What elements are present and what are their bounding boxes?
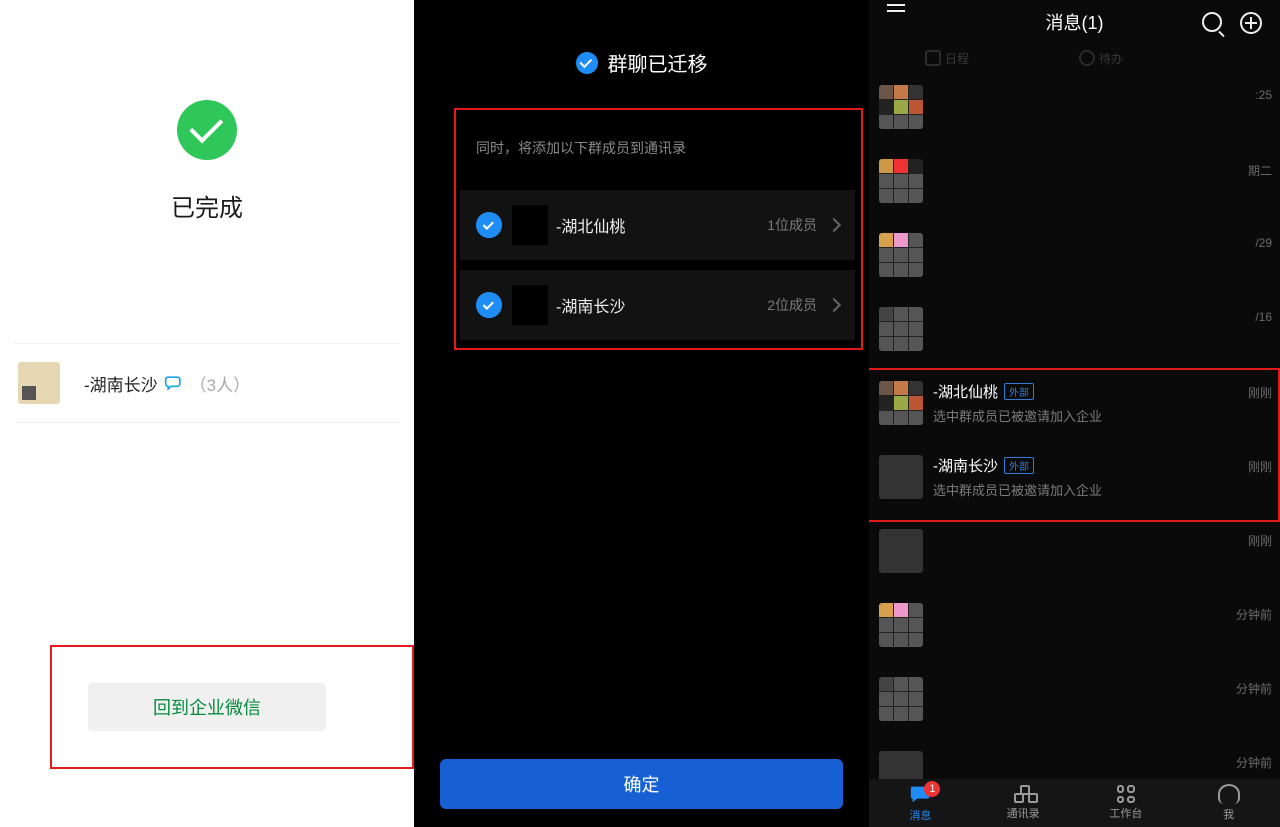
member-group-row[interactable]: -湖南长沙2位成员: [460, 270, 855, 340]
chat-row[interactable]: :25: [869, 72, 1280, 142]
menu-icon[interactable]: [887, 10, 905, 12]
migration-hint: 同时，将添加以下群成员到通讯录: [476, 138, 686, 158]
group-name: -湖南长沙: [84, 371, 158, 396]
group-avatar-icon: [879, 85, 923, 129]
chat-row[interactable]: 分钟前: [869, 738, 1280, 779]
group-avatar-icon: [879, 677, 923, 721]
group-avatar-icon: [879, 159, 923, 203]
tab-todo[interactable]: 待办: [1079, 50, 1123, 67]
secondary-tabs: 日程 待办: [869, 44, 1280, 72]
chat-row[interactable]: /16: [869, 294, 1280, 364]
success-check-icon: [177, 100, 237, 160]
chat-row[interactable]: 刚刚: [869, 516, 1280, 586]
group-avatar-icon: [879, 233, 923, 277]
chat-row[interactable]: 分钟前: [869, 664, 1280, 734]
unread-badge: 1: [924, 781, 940, 797]
chat-time: :25: [1255, 88, 1272, 102]
tab-label: 消息: [909, 807, 931, 823]
chat-time: 期二: [1248, 162, 1272, 179]
tab-messages[interactable]: 1 消息: [869, 779, 972, 827]
group-avatar-icon: [879, 307, 923, 351]
tab-label: 我: [1223, 806, 1234, 822]
migration-title: 群聊已迁移: [608, 48, 708, 77]
checkbox-on-icon[interactable]: [476, 292, 502, 318]
chat-time: 刚刚: [1248, 532, 1272, 549]
profile-icon: [1218, 784, 1240, 804]
tab-me[interactable]: 我: [1177, 779, 1280, 827]
chat-row[interactable]: 期二: [869, 146, 1280, 216]
add-icon[interactable]: [1240, 12, 1262, 34]
member-count: 2位成员: [767, 295, 817, 315]
avatar: [879, 751, 923, 779]
group-name: -湖北仙桃: [556, 213, 767, 237]
chat-row[interactable]: /29: [869, 220, 1280, 290]
confirm-button[interactable]: 确定: [440, 759, 843, 809]
tab-workbench[interactable]: 工作台: [1075, 779, 1178, 827]
chat-row[interactable]: 分钟前: [869, 590, 1280, 660]
search-icon[interactable]: [1202, 12, 1222, 32]
migrated-group-row[interactable]: -湖南长沙 （3人）: [14, 343, 400, 423]
messages-title: 消息(1): [1046, 9, 1104, 35]
tab-label: 工作台: [1109, 805, 1142, 821]
ok-check-icon: [576, 52, 598, 74]
panel-completed: 已完成 -湖南长沙 （3人） 回到企业微信: [0, 0, 414, 827]
back-to-weCom-button[interactable]: 回到企业微信: [88, 683, 326, 731]
masked-avatar: [512, 285, 548, 325]
chat-time: 分钟前: [1236, 680, 1272, 697]
annotation-highlight-box: [869, 368, 1280, 522]
member-group-row[interactable]: -湖北仙桃1位成员: [460, 190, 855, 260]
group-avatar-icon: [18, 362, 60, 404]
completed-title: 已完成: [171, 188, 243, 223]
masked-avatar: [512, 205, 548, 245]
group-member-count: （3人）: [190, 371, 250, 396]
chat-bubble-icon: [164, 373, 184, 393]
member-count: 1位成员: [767, 215, 817, 235]
contacts-icon: [1014, 785, 1032, 803]
chat-time: /29: [1255, 236, 1272, 250]
chevron-right-icon: [827, 218, 841, 232]
checkbox-on-icon[interactable]: [476, 212, 502, 238]
panel-migration-confirm: 群聊已迁移 同时，将添加以下群成员到通讯录 -湖北仙桃1位成员 -湖南长沙2位成员…: [414, 0, 869, 827]
avatar: [879, 529, 923, 573]
chat-time: /16: [1255, 310, 1272, 324]
apps-icon: [1117, 785, 1135, 803]
chevron-right-icon: [827, 298, 841, 312]
group-avatar-icon: [879, 603, 923, 647]
tab-schedule[interactable]: 日程: [925, 50, 969, 67]
bottom-nav: 1 消息 通讯录 工作台 我: [869, 779, 1280, 827]
chat-time: 分钟前: [1236, 754, 1272, 771]
tab-label: 通讯录: [1007, 805, 1040, 821]
group-name: -湖南长沙: [556, 293, 767, 317]
panel-messages: 消息(1) 日程 待办 :25期二/29/16-湖北仙桃外部选中群成员已被邀请加…: [869, 0, 1280, 827]
chat-time: 分钟前: [1236, 606, 1272, 623]
tab-contacts[interactable]: 通讯录: [972, 779, 1075, 827]
